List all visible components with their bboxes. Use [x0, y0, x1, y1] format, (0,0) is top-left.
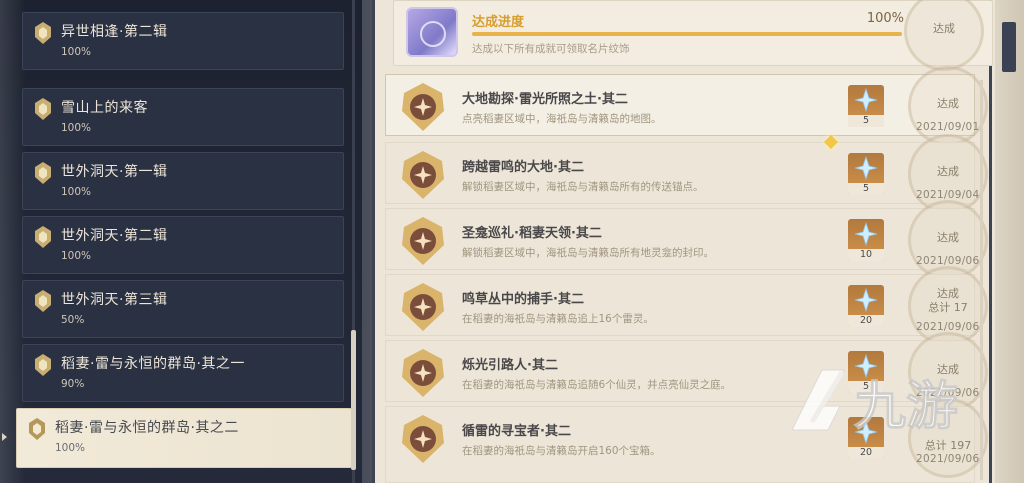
achievement-badge-icon	[35, 290, 51, 312]
primogem-icon	[854, 156, 878, 180]
progress-bar-fill	[472, 32, 902, 36]
primogem-reward: 10	[848, 219, 884, 261]
category-name: 稻妻·雷与永恒的群岛·其之一	[61, 356, 245, 372]
category-item[interactable]: 雪山上的来客 100%	[22, 88, 344, 146]
achievement-title: 跨越雷鸣的大地·其二	[462, 160, 584, 175]
right-edge-frame	[995, 0, 1024, 483]
progress-description: 达成以下所有成就可领取名片纹饰	[472, 43, 630, 55]
achievement-description: 在稻妻的海祇岛与清籁岛开启160个宝箱。	[462, 445, 661, 457]
category-percent: 90%	[61, 378, 85, 390]
category-name: 稻妻·雷与永恒的群岛·其之二	[55, 420, 239, 436]
achievement-medal-icon	[402, 349, 444, 397]
progress-bar	[472, 32, 902, 36]
achievement-medal-icon	[402, 151, 444, 199]
reward-quantity: 10	[848, 249, 884, 261]
selection-arrow-icon	[2, 433, 7, 441]
stamp-label: 达成	[937, 231, 959, 244]
category-name: 世外洞天·第三辑	[61, 292, 168, 308]
achievement-badge-icon	[35, 98, 51, 120]
side-tab-button[interactable]	[1002, 22, 1016, 72]
achievement-row[interactable]: 大地勘探·雷光所照之土·其二 点亮稻妻区域中，海祇岛与清籁岛的地图。 5 达成 …	[385, 66, 988, 146]
primogem-icon	[854, 288, 878, 312]
category-name: 世外洞天·第二辑	[61, 228, 168, 244]
achievement-badge-icon	[35, 354, 51, 376]
category-percent: 100%	[61, 46, 92, 58]
stamp-label: 达成	[937, 97, 959, 110]
primogem-reward: 5	[848, 153, 884, 195]
reward-quantity: 5	[848, 183, 884, 195]
category-item[interactable]: 世外洞天·第二辑 100%	[22, 216, 344, 274]
achievement-description: 在稻妻的海祇岛与清籁岛追随6个仙灵，并点亮仙灵之庭。	[462, 379, 732, 391]
category-name: 世外洞天·第一辑	[61, 164, 168, 180]
achievement-medal-icon	[402, 217, 444, 265]
achievement-title: 循雷的寻宝者·其二	[462, 424, 571, 439]
achievement-description: 在稻妻的海祇岛与清籁岛追上16个雷灵。	[462, 313, 654, 325]
achievement-badge-icon	[35, 162, 51, 184]
jiuyou-watermark-logo: 九游	[791, 369, 959, 438]
reward-quantity: 5	[848, 115, 884, 127]
category-percent: 100%	[61, 250, 92, 262]
category-item[interactable]: 稻妻·雷与永恒的群岛·其之一 90%	[22, 344, 344, 402]
sidebar-scrollbar-thumb[interactable]	[351, 330, 356, 470]
category-percent: 100%	[55, 442, 86, 454]
achievement-row[interactable]: 跨越雷鸣的大地·其二 解锁稻妻区域中，海祇岛与清籁岛所有的传送锚点。 5 达成 …	[385, 134, 988, 214]
completion-date: 2021/09/06	[916, 453, 980, 465]
progress-total: 总计 17	[928, 301, 968, 314]
achievement-medal-icon	[402, 415, 444, 463]
achievement-medal-icon	[402, 83, 444, 131]
achievement-title: 大地勘探·雷光所照之土·其二	[462, 92, 628, 107]
category-item-selected[interactable]: 稻妻·雷与永恒的群岛·其之二 100%	[16, 408, 352, 468]
primogem-reward: 20	[848, 285, 884, 327]
achievement-medal-icon	[402, 283, 444, 331]
category-percent: 100%	[61, 122, 92, 134]
category-item[interactable]: 世外洞天·第三辑 50%	[22, 280, 344, 338]
achievement-badge-icon	[29, 418, 45, 440]
achievement-title: 圣龛巡礼·稻妻天领·其二	[462, 226, 602, 241]
category-percent: 100%	[61, 186, 92, 198]
achievement-badge-icon	[35, 22, 51, 44]
category-percent: 50%	[61, 314, 85, 326]
completed-stamp-icon: 达成	[904, 0, 984, 71]
reward-quantity: 20	[848, 315, 884, 327]
category-item[interactable]: 异世相逢·第二辑 100%	[22, 12, 344, 70]
progress-title: 达成进度	[472, 15, 525, 30]
primogem-icon	[854, 222, 878, 246]
stamp-label: 达成	[937, 165, 959, 178]
watermark-text: 九游	[854, 377, 958, 437]
stamp-label: 达成	[933, 22, 955, 35]
primogem-reward: 5	[848, 85, 884, 127]
achievement-title: 鸣草丛中的捕手·其二	[462, 292, 584, 307]
completion-date: 2021/09/01	[916, 121, 980, 133]
category-name: 异世相逢·第二辑	[61, 24, 168, 40]
achievement-title: 烁光引路人·其二	[462, 358, 558, 373]
achievement-row[interactable]: 圣龛巡礼·稻妻天领·其二 解锁稻妻区域中，海祇岛与清籁岛所有地灵龛的封印。 10…	[385, 200, 988, 280]
achievement-description: 点亮稻妻区域中，海祇岛与清籁岛的地图。	[462, 113, 662, 125]
primogem-icon	[854, 88, 878, 112]
progress-card: 达成进度 100% 达成以下所有成就可领取名片纹饰 达成	[393, 0, 993, 71]
category-item[interactable]: 世外洞天·第一辑 100%	[22, 152, 344, 210]
namecard-icon	[406, 7, 458, 57]
achievement-description: 解锁稻妻区域中，海祇岛与清籁岛所有的传送锚点。	[462, 181, 704, 193]
category-name: 雪山上的来客	[61, 100, 148, 116]
achievement-description: 解锁稻妻区域中，海祇岛与清籁岛所有地灵龛的封印。	[462, 247, 714, 259]
category-sidebar: 异世相逢·第二辑 100% 雪山上的来客 100% 世外洞天·第一辑 100% …	[0, 0, 362, 483]
progress-percent: 100%	[866, 11, 904, 26]
achievement-badge-icon	[35, 226, 51, 248]
achievement-row[interactable]: 鸣草丛中的捕手·其二 在稻妻的海祇岛与清籁岛追上16个雷灵。 20 达成 总计 …	[385, 266, 988, 346]
